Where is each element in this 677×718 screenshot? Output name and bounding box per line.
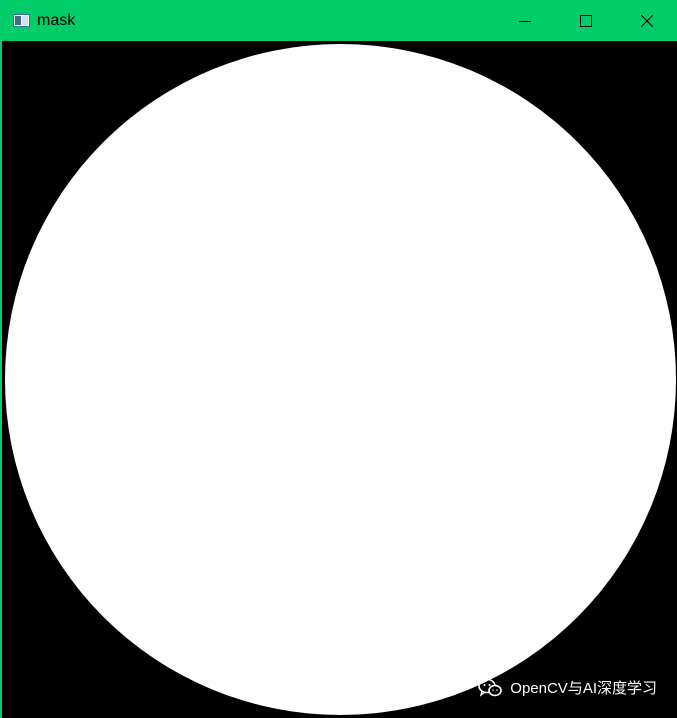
mask-circle bbox=[5, 44, 676, 715]
window-controls bbox=[494, 0, 677, 41]
watermark: OpenCV与AI深度学习 bbox=[478, 677, 657, 698]
window-title: mask bbox=[37, 12, 76, 29]
image-canvas: OpenCV与AI深度学习 bbox=[2, 41, 677, 718]
wechat-icon bbox=[478, 678, 503, 698]
close-icon bbox=[640, 14, 653, 27]
minimize-button[interactable] bbox=[494, 0, 555, 41]
watermark-text: OpenCV与AI深度学习 bbox=[510, 680, 657, 697]
window-app-icon bbox=[13, 14, 30, 27]
app-window: mask OpenCV与AI深度学习 bbox=[0, 0, 677, 718]
maximize-icon bbox=[579, 14, 592, 27]
minimize-icon bbox=[518, 20, 531, 22]
title-bar[interactable]: mask bbox=[0, 0, 677, 41]
close-button[interactable] bbox=[616, 0, 677, 41]
maximize-button[interactable] bbox=[555, 0, 616, 41]
